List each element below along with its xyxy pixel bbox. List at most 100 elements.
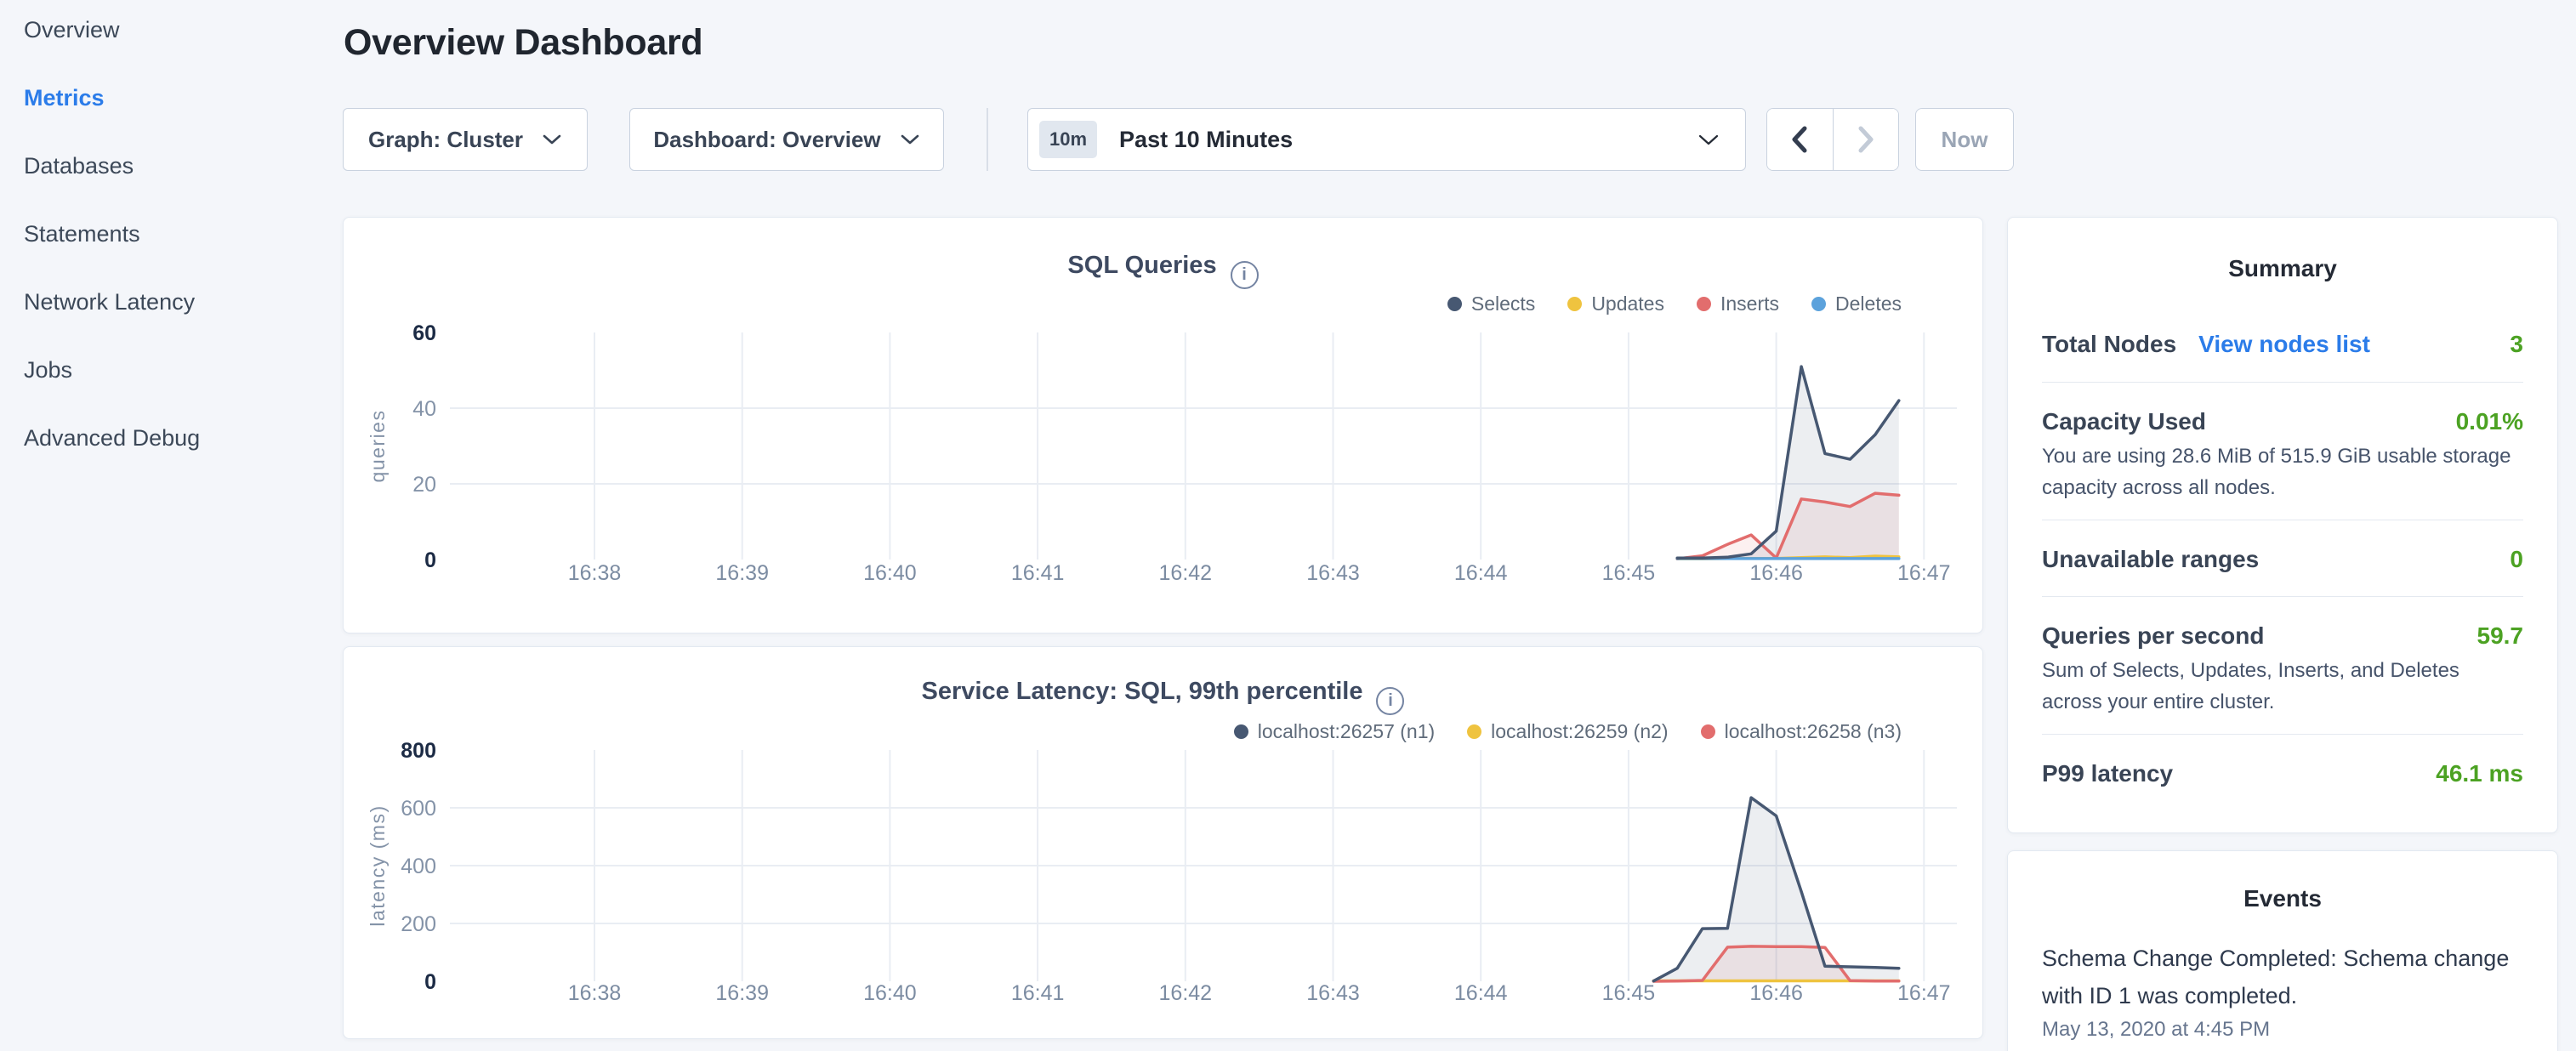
x-axis-tick-label: 16:42 <box>1159 981 1213 1005</box>
legend-label: Updates <box>1591 293 1664 315</box>
summary-row-description: Sum of Selects, Updates, Inserts, and De… <box>2042 655 2523 718</box>
y-axis-tick-label: 400 <box>401 855 436 878</box>
legend-dot <box>1701 724 1715 739</box>
now-button[interactable]: Now <box>1915 108 2014 171</box>
chart-title: Service Latency: SQL, 99th percentile <box>922 678 1363 705</box>
x-axis-tick-label: 16:38 <box>568 561 622 585</box>
legend-item-deletes[interactable]: Deletes <box>1811 293 1902 315</box>
legend-item-updates[interactable]: Updates <box>1567 293 1664 315</box>
y-axis-tick-label: 40 <box>412 397 436 421</box>
time-window-badge: 10m <box>1039 121 1097 158</box>
summary-row-label: P99 latency <box>2042 760 2173 787</box>
chart-title-row: Service Latency: SQL, 99th percentile i <box>344 678 1982 715</box>
event-item-text[interactable]: Schema Change Completed: Schema change w… <box>2042 940 2527 1014</box>
y-axis-tick-label: 600 <box>401 797 436 821</box>
summary-title: Summary <box>2008 255 2557 282</box>
legend-label: Selects <box>1471 293 1535 315</box>
events-title: Events <box>2008 885 2557 912</box>
graph-scope-dropdown-label: Graph: Cluster <box>368 127 523 153</box>
dashboard-dropdown-label: Dashboard: Overview <box>653 127 880 153</box>
legend-label: Deletes <box>1835 293 1902 315</box>
sidebar-item-overview[interactable]: Overview <box>24 19 200 42</box>
time-window-label: Past 10 Minutes <box>1119 127 1293 153</box>
chevron-down-icon <box>542 134 562 145</box>
chevron-down-icon <box>900 134 920 145</box>
sidebar-item-databases[interactable]: Databases <box>24 155 200 178</box>
legend-dot <box>1467 724 1481 739</box>
legend-dot <box>1697 297 1711 311</box>
chart-plot-area[interactable]: 020406016:3816:3916:4016:4116:4216:4316:… <box>344 322 1984 594</box>
info-icon[interactable]: i <box>1376 687 1404 715</box>
x-axis-tick-label: 16:44 <box>1454 561 1508 585</box>
y-axis-tick-label: 0 <box>424 548 436 572</box>
legend-item-selects[interactable]: Selects <box>1447 293 1535 315</box>
sidebar-item-advanced-debug[interactable]: Advanced Debug <box>24 427 200 450</box>
chart-svg: 020406016:3816:3916:4016:4116:4216:4316:… <box>344 322 1984 590</box>
x-axis-tick-label: 16:45 <box>1602 561 1656 585</box>
x-axis-tick-label: 16:39 <box>715 561 769 585</box>
time-step-forward-button[interactable] <box>1833 109 1899 170</box>
time-window-dropdown[interactable]: 10m Past 10 Minutes <box>1027 108 1746 171</box>
chart-svg: 0 200 400 600 800 16:38 16:39 16:40 16:41 16:42 16… <box>344 739 1984 1012</box>
legend-dot <box>1567 297 1582 311</box>
x-axis-tick-label: 16:42 <box>1159 561 1213 585</box>
info-icon[interactable]: i <box>1231 261 1259 289</box>
legend-dot <box>1234 724 1248 739</box>
x-axis-tick-label: 16:45 <box>1602 981 1656 1005</box>
x-axis-tick-label: 16:41 <box>1011 561 1065 585</box>
divider <box>2042 382 2523 383</box>
chart-title-row: SQL Queriesi <box>344 252 1982 289</box>
divider <box>2042 734 2523 735</box>
event-item-timestamp: May 13, 2020 at 4:45 PM <box>2042 1018 2527 1042</box>
sidebar-item-jobs[interactable]: Jobs <box>24 359 200 382</box>
legend-dot <box>1811 297 1826 311</box>
chart-plot-area[interactable]: 0 200 400 600 800 16:38 16:39 16:40 16:41 16:42 16… <box>344 739 1984 1016</box>
summary-row-value: 0 <box>2510 546 2523 573</box>
x-axis-tick-label: 16:38 <box>568 981 622 1005</box>
chevron-right-icon <box>1857 125 1875 154</box>
sidebar-item-metrics[interactable]: Metrics <box>24 87 200 110</box>
summary-row-value: 0.01% <box>2456 408 2523 435</box>
y-axis-label: latency (ms) <box>367 804 389 926</box>
page-title: Overview Dashboard <box>344 22 702 64</box>
legend-item-inserts[interactable]: Inserts <box>1697 293 1779 315</box>
series-area <box>1653 798 1898 981</box>
summary-row-value: 46.1 ms <box>2436 760 2523 787</box>
summary-row-label: Total Nodes <box>2042 331 2176 358</box>
summary-panel: Summary Total Nodes View nodes list 3 Ca… <box>2007 217 2558 833</box>
controls-divider <box>987 108 988 171</box>
chart-legend: Selects Updates Inserts Deletes <box>1447 293 1902 315</box>
summary-row-unavailable-ranges: Unavailable ranges 0 <box>2042 546 2523 573</box>
x-axis-tick-label: 16:46 <box>1749 981 1803 1005</box>
chevron-left-icon <box>1790 125 1809 154</box>
summary-row-value: 59.7 <box>2477 622 2524 650</box>
dashboard-dropdown[interactable]: Dashboard: Overview <box>629 108 944 171</box>
x-axis-tick-label: 16:43 <box>1306 981 1360 1005</box>
y-axis-tick-label: 20 <box>412 473 436 497</box>
summary-row-total-nodes: Total Nodes View nodes list 3 <box>2042 331 2523 358</box>
summary-row-label: Capacity Used <box>2042 408 2206 435</box>
y-axis-tick-label: 0 <box>424 970 436 994</box>
summary-row-p99-latency: P99 latency 46.1 ms <box>2042 760 2523 787</box>
app-root: Overview Metrics Databases Statements Ne… <box>0 0 2576 1051</box>
graph-scope-dropdown[interactable]: Graph: Cluster <box>343 108 588 171</box>
x-axis-tick-label: 16:41 <box>1011 981 1065 1005</box>
chevron-down-icon <box>1697 134 1720 146</box>
summary-row-label: Queries per second <box>2042 622 2264 650</box>
divider <box>2042 596 2523 597</box>
x-axis-tick-label: 16:39 <box>715 981 769 1005</box>
service-latency-chart-card: Service Latency: SQL, 99th percentile i l… <box>343 646 1983 1039</box>
y-axis-tick-label: 800 <box>401 739 436 763</box>
x-axis-tick-label: 16:40 <box>863 981 917 1005</box>
sidebar-nav: Overview Metrics Databases Statements Ne… <box>24 19 200 450</box>
sidebar-item-statements[interactable]: Statements <box>24 223 200 246</box>
view-nodes-list-link[interactable]: View nodes list <box>2198 331 2370 358</box>
time-step-back-button[interactable] <box>1767 109 1833 170</box>
y-axis-tick-label: 200 <box>401 912 436 936</box>
x-axis-tick-label: 16:44 <box>1454 981 1508 1005</box>
time-step-buttons <box>1766 108 1899 171</box>
y-axis-tick-label: 60 <box>412 322 436 345</box>
x-axis-tick-label: 16:46 <box>1749 561 1803 585</box>
sidebar-item-network-latency[interactable]: Network Latency <box>24 291 200 314</box>
summary-row-queries-per-second: Queries per second 59.7 <box>2042 622 2523 650</box>
